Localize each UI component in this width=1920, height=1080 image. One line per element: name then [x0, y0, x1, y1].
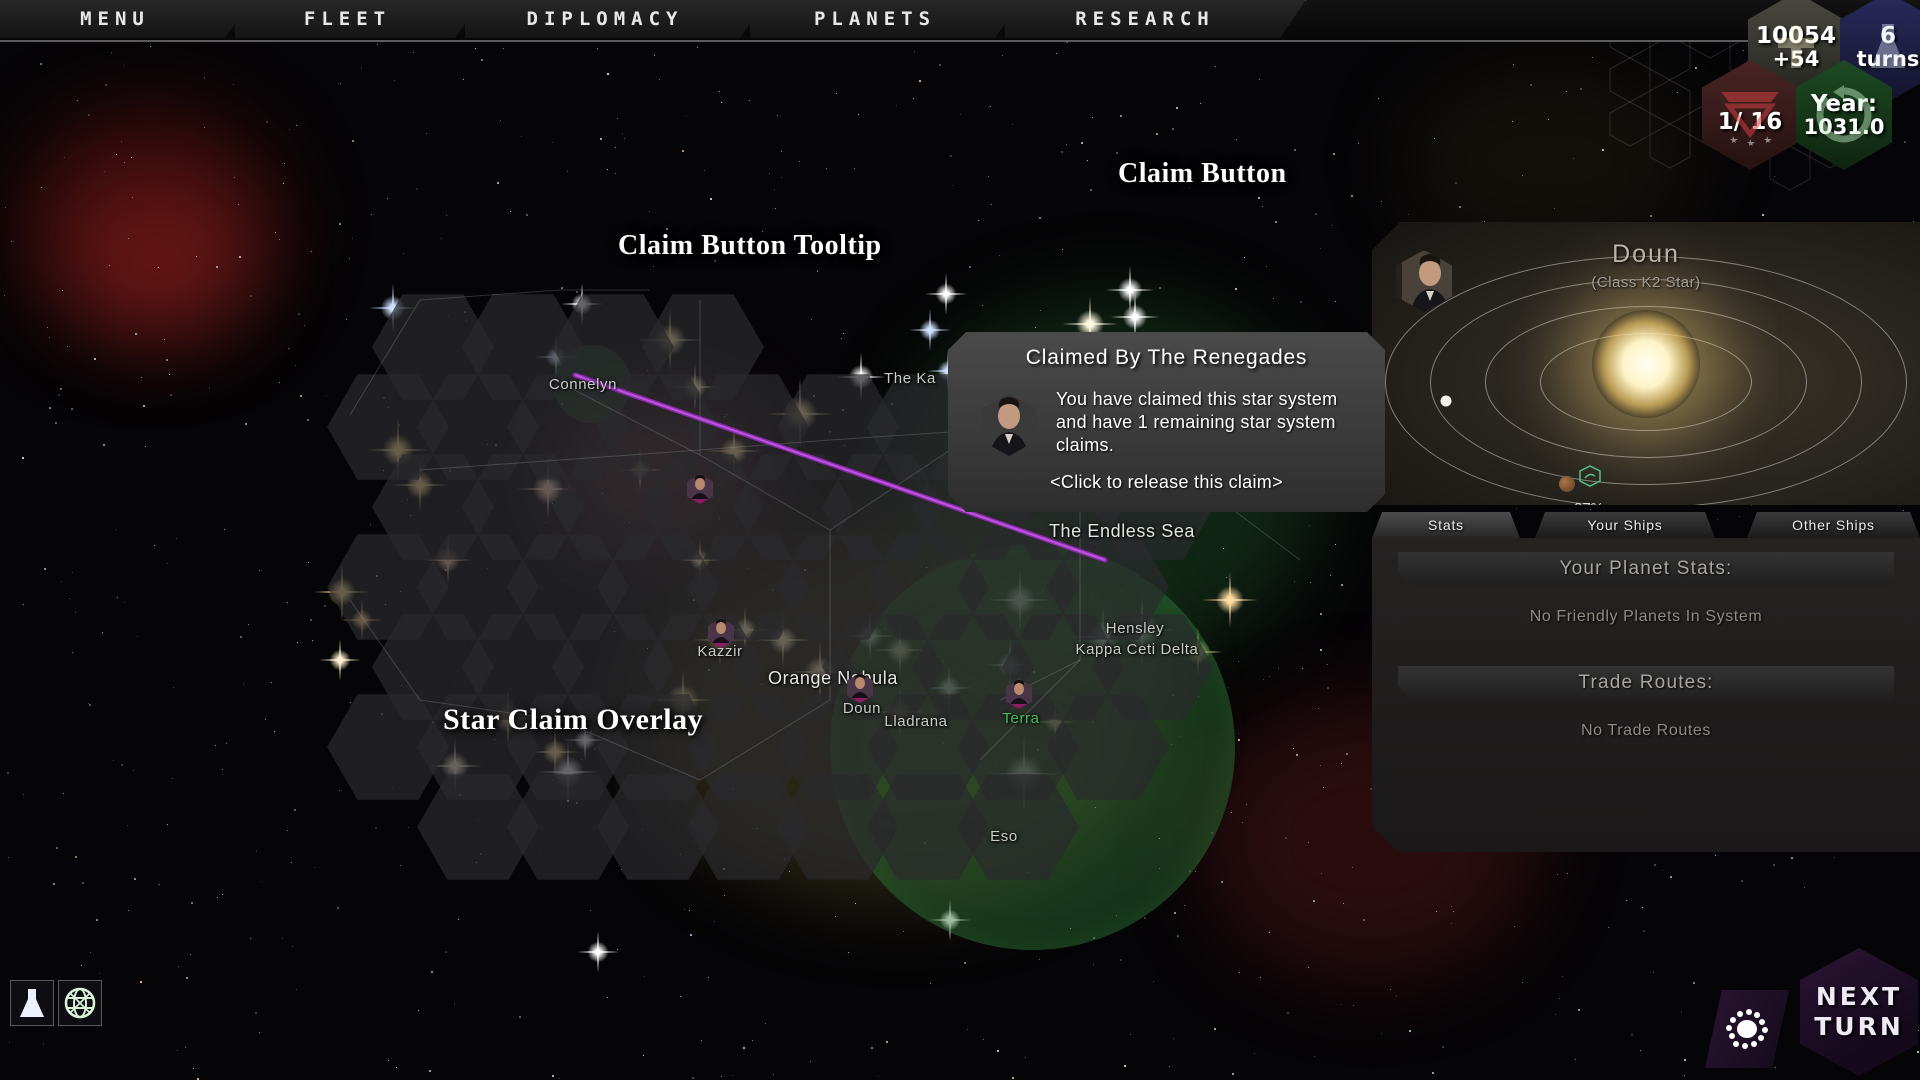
credits-icon: [1778, 26, 1814, 68]
section-header-label: Your Planet Stats:: [1559, 558, 1733, 579]
galaxy-view-button[interactable]: [58, 980, 102, 1026]
menu-tab-label: FLEET: [303, 8, 392, 30]
section-header: Trade Routes:: [1398, 666, 1894, 700]
turn-cycle-icon: [1816, 85, 1872, 143]
system-orbit-view[interactable]: 27% Doun (Class K2 Star): [1372, 222, 1920, 505]
star-label: The Endless Sea: [1048, 521, 1196, 541]
tooltip-title: Claimed By The Renegades: [1025, 346, 1308, 369]
next-turn-line2: TURN: [1814, 1012, 1904, 1041]
star-label: The Ka: [884, 370, 936, 387]
globe-grid-icon: [64, 987, 96, 1019]
menu-tab-label: RESEARCH: [1075, 8, 1215, 30]
claim-button-tooltip: Claimed By The Renegades You have claime…: [948, 332, 1385, 512]
section-body: No Friendly Planets In System: [1529, 608, 1763, 625]
star-label: Doun: [842, 700, 882, 717]
menu-tab-label: DIPLOMACY: [526, 8, 684, 30]
star-label: Eso: [990, 828, 1018, 845]
fleet-tab[interactable]: FLEET: [235, 0, 481, 38]
panel-tab-label: Other Ships: [1792, 517, 1875, 533]
flask-icon: [20, 989, 44, 1017]
next-turn-line1: NEXT: [1815, 981, 1903, 1011]
menu-tab-label: PLANETS: [813, 8, 937, 30]
system-info-panel: 27% Doun (Class K2 Star) Stats Your Ships…: [1372, 222, 1920, 852]
planet-inner-brown[interactable]: [1559, 476, 1575, 492]
panel-tab-label: Stats: [1428, 517, 1464, 533]
star-label: Hensley: [1105, 620, 1165, 637]
annotation-star-claim-overlay: Star Claim Overlay: [443, 703, 704, 736]
system-name: Doun: [1612, 240, 1680, 268]
panel-tab[interactable]: Your Ships: [1535, 512, 1715, 538]
diplomacy-tab[interactable]: DIPLOMACY: [465, 0, 766, 38]
star-label: Connelyn: [548, 376, 618, 393]
planets-tab[interactable]: PLANETS: [750, 0, 1021, 38]
panel-tab-label: Your Ships: [1587, 517, 1663, 533]
section-header: Your Planet Stats:: [1398, 552, 1894, 586]
colony-hex-icon: [1579, 465, 1601, 487]
flask-icon: [1871, 24, 1905, 68]
section-header-label: Trade Routes:: [1578, 672, 1714, 693]
annotation-claim-button: Claim Button: [1118, 158, 1287, 189]
star-label: Kappa Ceti Delta: [1075, 641, 1199, 658]
research-shortcut-button[interactable]: [10, 980, 54, 1026]
tooltip-action: <Click to release this claim>: [1050, 472, 1283, 492]
panel-tab[interactable]: Stats: [1372, 512, 1520, 538]
star-label: Lladrana: [884, 713, 948, 730]
panel-content: Your Planet Stats: No Friendly Planets In…: [1372, 538, 1920, 852]
section-body: No Trade Routes: [1581, 722, 1711, 739]
military-rank-icon: [1721, 92, 1779, 146]
tooltip-body: You have claimed this star system and ha…: [1056, 389, 1338, 456]
menu-tab-label: MENU: [80, 8, 150, 30]
panel-tab[interactable]: Other Ships: [1747, 512, 1920, 538]
annotation-claim-tooltip: Claim Button Tooltip: [618, 230, 882, 261]
menu-tab[interactable]: MENU: [0, 0, 251, 38]
star-label: Orange Nebula: [768, 668, 898, 688]
research-tab[interactable]: RESEARCH: [1005, 0, 1306, 38]
tooltip-portrait: [981, 394, 1037, 456]
spiral-galaxy-icon: [1726, 1009, 1768, 1049]
planet-percent-label: 27%: [1574, 500, 1604, 505]
star-label: Terra: [1002, 710, 1040, 727]
system-star-class: (Class K2 Star): [1591, 274, 1701, 291]
star-sun: [1592, 309, 1700, 418]
top-menu-bar: MENU FLEET DIPLOMACY PLANETS RESEARCH: [0, 0, 1920, 42]
planet-outer-white[interactable]: [1440, 395, 1452, 407]
